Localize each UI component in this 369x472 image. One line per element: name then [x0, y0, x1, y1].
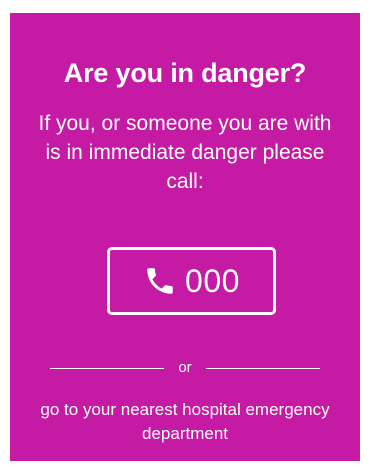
hospital-instruction: go to your nearest hospital emergency de…	[40, 400, 330, 443]
call-emergency-button[interactable]: 000	[107, 247, 276, 315]
divider-line-left	[50, 367, 165, 369]
emergency-number: 000	[185, 263, 240, 299]
divider-text: or	[178, 359, 192, 376]
panel-subtitle: If you, or someone you are with is in im…	[38, 112, 332, 193]
panel-title: Are you in danger?	[63, 58, 307, 88]
danger-panel: Are you in danger? If you, or someone yo…	[10, 13, 360, 461]
or-divider: or	[50, 358, 320, 378]
phone-icon	[143, 264, 177, 298]
divider-line-right	[205, 367, 320, 369]
